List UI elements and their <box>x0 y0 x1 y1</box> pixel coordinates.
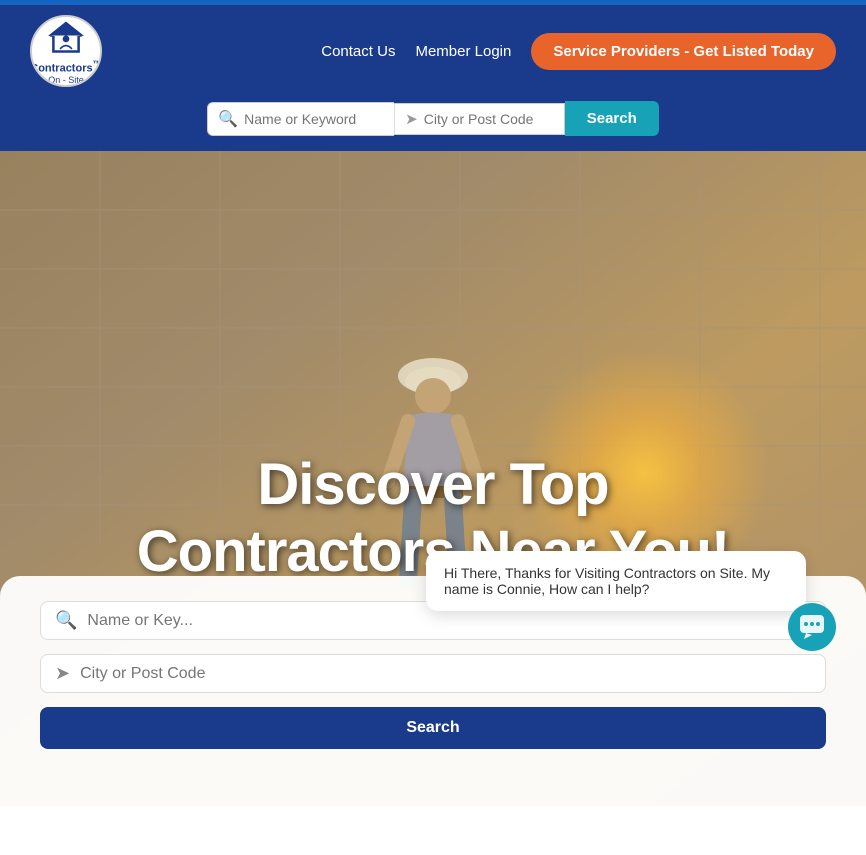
get-listed-button[interactable]: Service Providers - Get Listed Today <box>531 33 836 70</box>
bottom-location-wrapper: ➤ <box>40 654 826 693</box>
logo-text: Contractors™ <box>30 59 102 75</box>
header: Contractors™ On - Site Contact Us Member… <box>0 5 866 151</box>
keyword-input[interactable] <box>244 111 384 127</box>
chat-message: Hi There, Thanks for Visiting Contractor… <box>444 565 770 597</box>
header-top: Contractors™ On - Site Contact Us Member… <box>30 15 836 87</box>
bottom-location-input[interactable] <box>80 665 811 683</box>
logo-circle: Contractors™ On - Site <box>30 15 102 87</box>
hero-title-line1: Discover Top <box>257 452 608 517</box>
chat-bubble: Hi There, Thanks for Visiting Contractor… <box>426 551 806 611</box>
logo-brand: Contractors <box>30 63 92 75</box>
nav-links: Contact Us Member Login Service Provider… <box>321 33 836 70</box>
chat-icon <box>798 613 826 641</box>
logo-icon <box>42 17 90 57</box>
location-input[interactable] <box>424 111 554 127</box>
header-search-bar: 🔍 ➤ Search <box>207 101 659 136</box>
keyword-input-wrapper: 🔍 <box>207 102 394 136</box>
logo-sup: ™ <box>93 59 102 69</box>
member-login-link[interactable]: Member Login <box>415 43 511 60</box>
contact-us-link[interactable]: Contact Us <box>321 43 395 60</box>
chat-avatar-button[interactable] <box>788 603 836 651</box>
location-icon: ➤ <box>405 110 418 128</box>
logo-area: Contractors™ On - Site <box>30 15 102 87</box>
bottom-search-icon: 🔍 <box>55 610 77 631</box>
bottom-search-button[interactable]: Search <box>40 707 826 749</box>
logo-sub: On - Site <box>48 75 84 85</box>
search-icon: 🔍 <box>218 109 238 129</box>
hero-section: Discover Top Contractors Near You! Hi Th… <box>0 151 866 806</box>
bottom-keyword-input[interactable] <box>87 612 811 630</box>
search-button[interactable]: Search <box>565 101 659 136</box>
bottom-location-icon: ➤ <box>55 663 70 684</box>
location-input-wrapper: ➤ <box>394 103 565 135</box>
